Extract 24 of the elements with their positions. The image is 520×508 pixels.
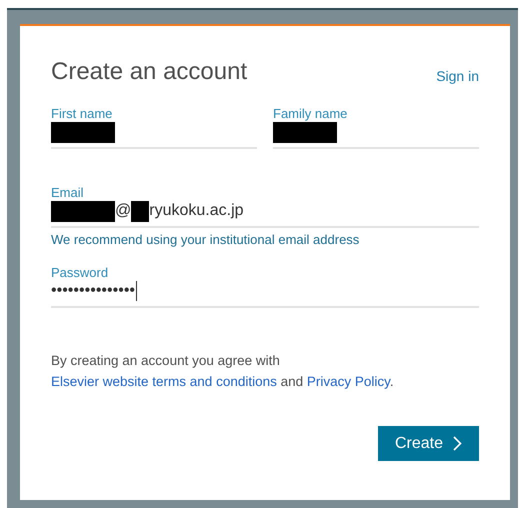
- page-title: Create an account: [51, 58, 248, 86]
- field-label: Email: [51, 185, 85, 200]
- field-value: ryukoku.ac.jp: [149, 202, 244, 220]
- redaction-block: [273, 122, 337, 142]
- input-field[interactable]: First name: [51, 106, 257, 149]
- create-button[interactable]: Create: [378, 426, 479, 461]
- redaction-block: [51, 200, 115, 222]
- terms-link[interactable]: Privacy Policy: [306, 374, 390, 389]
- field-label: Family name: [273, 106, 348, 121]
- redaction-block: [51, 122, 115, 142]
- field-value: •••••••••••••••: [51, 282, 136, 300]
- field-label: Password: [51, 265, 110, 280]
- terms-text: By creating an account you agree with Elsevier website terms and conditions and Privacy Policy.: [51, 352, 395, 391]
- text-cursor: [136, 281, 138, 301]
- input-field[interactable]: Family name: [273, 106, 479, 149]
- sign-in-link[interactable]: Sign in: [436, 68, 479, 84]
- field-hint: We recommend using your institutional email address: [51, 232, 360, 247]
- redaction-block: [131, 200, 150, 222]
- field-value: @: [115, 202, 132, 220]
- input-field[interactable]: Email @ ryukoku.ac.jp: [51, 185, 479, 228]
- terms-link[interactable]: Elsevier website terms and conditions: [51, 374, 277, 389]
- field-label: First name: [51, 106, 114, 121]
- chevron-right-icon: [453, 436, 462, 451]
- input-field[interactable]: Password •••••••••••••••: [51, 265, 479, 308]
